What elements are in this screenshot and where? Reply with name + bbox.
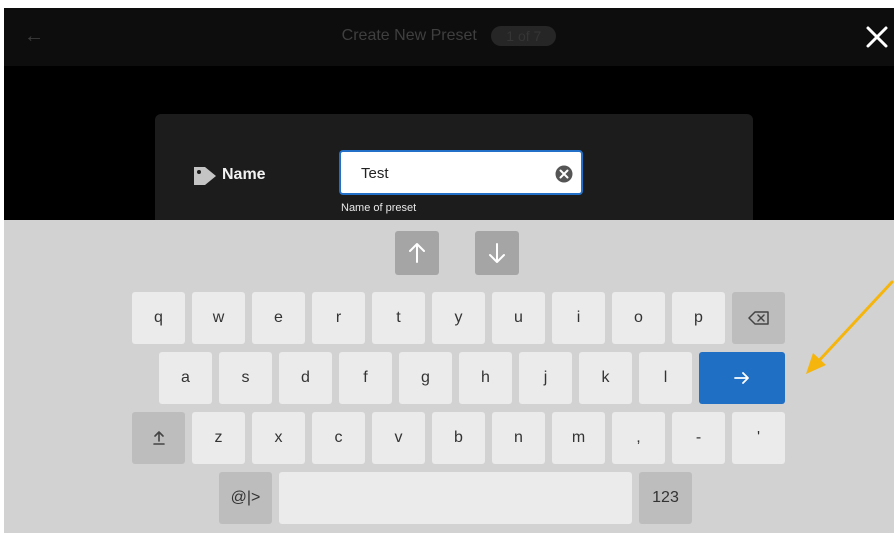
app-screen: ← Create New Preset 1 of 7 Name Test Nam… bbox=[4, 8, 894, 533]
key-w[interactable]: w bbox=[192, 292, 245, 344]
close-icon[interactable] bbox=[864, 24, 890, 50]
symbols-key[interactable]: @|> bbox=[219, 472, 272, 524]
numbers-key[interactable]: 123 bbox=[639, 472, 692, 524]
annotation-arrow-icon bbox=[806, 280, 894, 374]
key-h[interactable]: h bbox=[459, 352, 512, 404]
key-x[interactable]: x bbox=[252, 412, 305, 464]
arrow-down-icon bbox=[489, 243, 505, 263]
key-g[interactable]: g bbox=[399, 352, 452, 404]
key-f[interactable]: f bbox=[339, 352, 392, 404]
key-comma[interactable]: , bbox=[612, 412, 665, 464]
key-e[interactable]: e bbox=[252, 292, 305, 344]
key-t[interactable]: t bbox=[372, 292, 425, 344]
arrow-up-icon bbox=[409, 243, 425, 263]
key-s[interactable]: s bbox=[219, 352, 272, 404]
arrow-right-icon bbox=[734, 372, 749, 384]
key-apostrophe[interactable]: ' bbox=[732, 412, 785, 464]
key-a[interactable]: a bbox=[159, 352, 212, 404]
key-p[interactable]: p bbox=[672, 292, 725, 344]
page-title-text: Create New Preset bbox=[341, 27, 477, 44]
key-q[interactable]: q bbox=[132, 292, 185, 344]
step-badge: 1 of 7 bbox=[491, 26, 557, 46]
name-input[interactable]: Test bbox=[339, 150, 583, 195]
enter-key[interactable] bbox=[699, 352, 785, 404]
name-input-value: Test bbox=[361, 165, 389, 182]
key-i[interactable]: i bbox=[552, 292, 605, 344]
on-screen-keyboard: q w e r t y u i o p a s d f g h j k l z … bbox=[4, 220, 894, 533]
page-title: Create New Preset 1 of 7 bbox=[4, 26, 894, 46]
key-u[interactable]: u bbox=[492, 292, 545, 344]
name-hint: Name of preset bbox=[341, 202, 417, 214]
key-n[interactable]: n bbox=[492, 412, 545, 464]
key-hyphen[interactable]: - bbox=[672, 412, 725, 464]
down-arrow-button[interactable] bbox=[475, 231, 519, 275]
key-k[interactable]: k bbox=[579, 352, 632, 404]
key-v[interactable]: v bbox=[372, 412, 425, 464]
clear-icon[interactable] bbox=[555, 165, 573, 183]
up-arrow-button[interactable] bbox=[395, 231, 439, 275]
key-j[interactable]: j bbox=[519, 352, 572, 404]
backspace-icon bbox=[747, 311, 769, 325]
key-o[interactable]: o bbox=[612, 292, 665, 344]
key-m[interactable]: m bbox=[552, 412, 605, 464]
key-c[interactable]: c bbox=[312, 412, 365, 464]
key-d[interactable]: d bbox=[279, 352, 332, 404]
key-l[interactable]: l bbox=[639, 352, 692, 404]
name-label: Name bbox=[222, 166, 266, 183]
key-z[interactable]: z bbox=[192, 412, 245, 464]
shift-icon bbox=[152, 431, 165, 445]
top-bar: ← Create New Preset 1 of 7 bbox=[4, 8, 894, 66]
key-r[interactable]: r bbox=[312, 292, 365, 344]
backspace-key[interactable] bbox=[732, 292, 785, 344]
tag-icon bbox=[194, 167, 216, 185]
key-y[interactable]: y bbox=[432, 292, 485, 344]
shift-key[interactable] bbox=[132, 412, 185, 464]
space-key[interactable] bbox=[279, 472, 632, 524]
key-b[interactable]: b bbox=[432, 412, 485, 464]
